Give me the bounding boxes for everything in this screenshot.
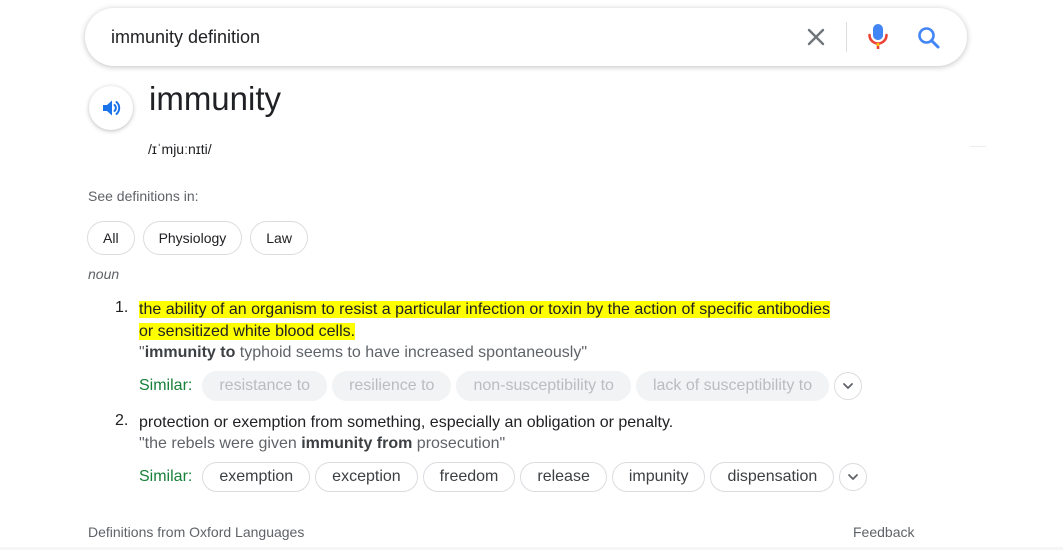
- synonym-chip[interactable]: exception: [315, 462, 418, 492]
- similar-label: Similar:: [139, 377, 193, 394]
- synonym-chip[interactable]: exemption: [202, 462, 311, 492]
- example-sentence: "the rebels were given immunity from pro…: [139, 434, 929, 454]
- filter-chip-all[interactable]: All: [87, 221, 135, 255]
- synonym-chip[interactable]: resilience to: [332, 371, 452, 401]
- synonym-chip[interactable]: freedom: [422, 462, 516, 492]
- example-bold: immunity to: [144, 344, 236, 361]
- search-input[interactable]: [111, 8, 791, 66]
- sense-number: 1.: [115, 299, 129, 316]
- example-rest: typhoid seems to have increased spontane…: [235, 344, 588, 361]
- sense-number: 2.: [115, 412, 129, 429]
- search-divider: [846, 22, 847, 52]
- phonetic-spelling: /ɪˈmjuːnɪti/: [148, 141, 212, 157]
- expand-similar-button[interactable]: [834, 372, 863, 400]
- search-bar: [85, 8, 967, 66]
- chevron-down-icon: [843, 383, 854, 390]
- headword: immunity: [149, 80, 282, 117]
- see-definitions-label: See definitions in:: [88, 188, 199, 204]
- example-open: "the rebels were given: [139, 435, 302, 452]
- example-rest: prosecution": [412, 435, 506, 452]
- search-icon[interactable]: [915, 24, 943, 52]
- example-sentence: "immunity to typhoid seems to have incre…: [139, 343, 929, 363]
- synonym-chip[interactable]: lack of susceptibility to: [635, 371, 830, 401]
- dictionary-page: immunity /ɪˈmjuːnɪti/ See definitions in…: [0, 0, 1063, 550]
- synonym-chip[interactable]: resistance to: [202, 371, 328, 401]
- filter-chip-physiology[interactable]: Physiology: [142, 221, 243, 255]
- synonym-chip[interactable]: non-susceptibility to: [456, 371, 631, 401]
- synonym-chip[interactable]: impunity: [611, 462, 706, 492]
- similar-label: Similar:: [139, 468, 193, 485]
- similar-words: Similar: resistance to resilience to non…: [139, 371, 929, 401]
- divider: [970, 146, 986, 147]
- chevron-down-icon: [848, 474, 859, 481]
- part-of-speech: noun: [88, 266, 120, 282]
- source-attribution[interactable]: Definitions from Oxford Languages: [88, 524, 304, 540]
- feedback-link[interactable]: Feedback: [853, 524, 914, 540]
- definition-filter-chips: All Physiology Law: [87, 221, 308, 255]
- synonym-chip[interactable]: dispensation: [710, 462, 835, 492]
- mic-icon[interactable]: [866, 21, 890, 53]
- definition-line-1: the ability of an organism to resist a p…: [139, 301, 831, 318]
- sense-body: protection or exemption from something, …: [139, 412, 929, 492]
- example-bold: immunity from: [301, 435, 413, 452]
- expand-similar-button[interactable]: [839, 463, 868, 491]
- similar-words: Similar: exemption exception freedom rel…: [139, 462, 929, 492]
- synonym-chip[interactable]: release: [520, 462, 607, 492]
- definition: protection or exemption from something, …: [139, 414, 674, 431]
- filter-chip-law[interactable]: Law: [250, 221, 308, 255]
- speaker-icon: [103, 100, 121, 116]
- definition: the ability of an organism to resist a p…: [139, 299, 929, 343]
- sense-body: the ability of an organism to resist a p…: [139, 299, 929, 401]
- pronunciation-speaker-button[interactable]: [89, 86, 133, 130]
- close-icon[interactable]: [803, 24, 829, 50]
- definition-line-2: or sensitized white blood cells.: [139, 323, 356, 340]
